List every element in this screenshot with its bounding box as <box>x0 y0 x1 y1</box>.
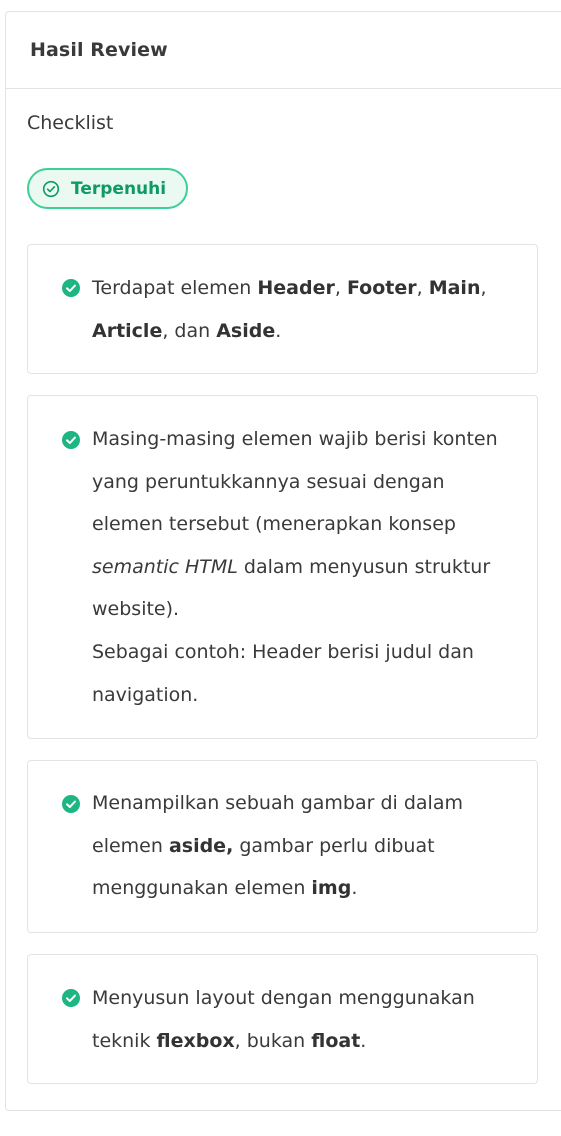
checklist-item-line: semantic HTML dalam menyusun struktur <box>92 546 522 589</box>
checklist-item-line: navigation. <box>92 674 522 717</box>
checklist-item-line: Sebagai contoh: Header berisi judul dan <box>92 631 522 674</box>
check-circle-icon <box>62 279 80 297</box>
check-circle-icon <box>62 795 80 813</box>
status-badge-label: Terpenuhi <box>71 178 167 199</box>
emphasis-bold: Header <box>257 277 335 299</box>
check-circle-outline-icon <box>42 180 60 197</box>
emphasis-bold: Main <box>428 277 481 299</box>
panel-header: Hasil Review <box>6 12 561 89</box>
emphasis-bold: flexbox <box>156 1029 235 1052</box>
text-segment: Masing-masing elemen wajib berisi konten <box>92 428 498 450</box>
checklist-item-text: Terdapat elemen Header, Footer, Main, Art… <box>92 267 522 352</box>
text-segment: teknik <box>92 1029 157 1052</box>
text-segment: yang peruntukkannya sesuai dengan <box>92 470 445 493</box>
checklist-item-text: Menampilkan sebuah gambar di dalam elemen… <box>92 782 522 910</box>
checklist-item-line: Menampilkan sebuah gambar di dalam <box>92 782 522 825</box>
checklist-item: Terdapat elemen Header, Footer, Main, Art… <box>27 244 538 374</box>
text-segment: . <box>351 877 358 900</box>
emphasis-bold: aside, <box>168 834 234 857</box>
checklist-item-text: Menyusun layout dengan menggunakan teknik… <box>92 977 522 1062</box>
checklist-item-line: Menyusun layout dengan menggunakan <box>92 977 522 1020</box>
text-segment: Sebagai contoh: Header berisi judul dan <box>92 640 474 663</box>
checklist-item-line: yang peruntukkannya sesuai dengan <box>92 461 522 504</box>
emphasis-bold: img <box>311 877 352 900</box>
checklist-item-line: elemen aside, gambar perlu dibuat <box>92 825 522 868</box>
checklist-item-text: Masing-masing elemen wajib berisi konten… <box>92 418 522 716</box>
checklist-item-line: elemen tersebut (menerapkan konsep <box>92 503 522 546</box>
checklist-item: Menyusun layout dengan menggunakan teknik… <box>27 954 538 1084</box>
checklist-item-line: Article, dan Aside. <box>92 310 522 353</box>
emphasis-bold: Article <box>92 319 163 342</box>
text-segment: Menampilkan sebuah gambar di dalam <box>92 792 463 814</box>
emphasis-italic: semantic HTML <box>92 555 238 578</box>
text-segment: . <box>275 319 282 342</box>
checklist-label: Checklist <box>27 112 114 134</box>
check-circle-icon <box>62 989 80 1007</box>
checklist-item-line: Terdapat elemen Header, Footer, Main, <box>92 267 522 310</box>
text-segment: Menyusun layout dengan menggunakan <box>92 987 475 1009</box>
text-segment: gambar perlu dibuat <box>233 834 435 857</box>
checklist-item-line: teknik flexbox, bukan float. <box>92 1020 522 1063</box>
text-segment: Terdapat elemen <box>92 277 258 299</box>
text-segment: dalam menyusun struktur <box>237 555 491 578</box>
text-segment: , <box>334 277 347 299</box>
checklist-item: Menampilkan sebuah gambar di dalam elemen… <box>27 760 538 933</box>
text-segment: . <box>360 1029 367 1052</box>
checklist-item: Masing-masing elemen wajib berisi konten… <box>27 395 538 739</box>
text-segment: , bukan <box>234 1029 312 1052</box>
emphasis-bold: Footer <box>346 277 417 299</box>
text-segment: , <box>416 277 429 299</box>
text-segment: website). <box>92 598 180 621</box>
text-segment: menggunakan elemen <box>92 877 312 900</box>
text-segment: elemen <box>92 834 169 857</box>
emphasis-bold: float <box>311 1029 361 1052</box>
text-segment: , dan <box>162 319 217 342</box>
check-circle-icon <box>62 431 80 449</box>
status-badge: Terpenuhi <box>27 168 188 209</box>
checklist-item-line: website). <box>92 588 522 631</box>
text-segment: navigation. <box>92 683 199 706</box>
panel-title: Hasil Review <box>30 39 168 61</box>
checklist-item-line: Masing-masing elemen wajib berisi konten <box>92 418 522 461</box>
text-segment: elemen tersebut (menerapkan konsep <box>92 513 456 536</box>
text-segment: , <box>480 277 487 299</box>
emphasis-bold: Aside <box>216 319 276 342</box>
checklist-item-line: menggunakan elemen img. <box>92 867 522 910</box>
